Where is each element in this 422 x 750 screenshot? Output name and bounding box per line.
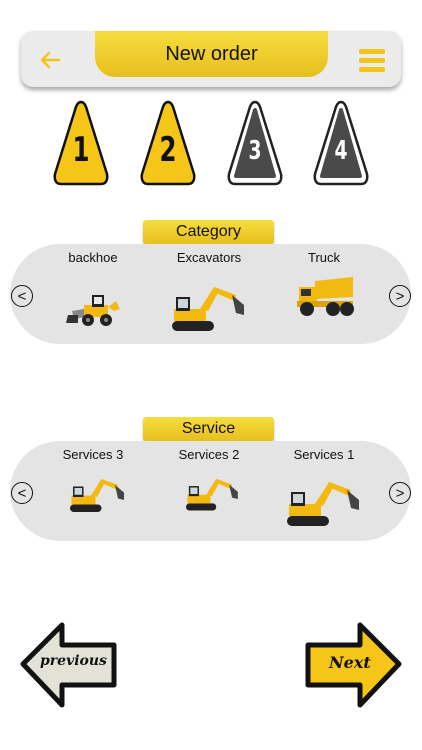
service-item-3[interactable]: Services 3 — [38, 447, 148, 532]
backhoe-loader-icon — [66, 295, 120, 326]
back-button[interactable] — [34, 44, 66, 76]
item-label: Services 2 — [178, 447, 240, 462]
excavator-icon — [70, 479, 124, 512]
excavator-icon — [287, 482, 359, 526]
item-label: Services 3 — [62, 447, 124, 462]
previous-button[interactable]: previous — [20, 620, 118, 710]
item-label: backhoe — [68, 250, 118, 265]
category-next-button[interactable]: > — [389, 285, 411, 307]
service-item-1[interactable]: Services 1 — [269, 447, 379, 532]
step-number: 4 — [334, 136, 348, 166]
page-title: New order — [95, 31, 328, 77]
item-label: Services 1 — [293, 447, 355, 462]
step-1[interactable]: 1 — [51, 98, 111, 186]
step-4[interactable]: 4 — [311, 98, 371, 186]
category-item-backhoe[interactable]: backhoe — [38, 250, 148, 335]
menu-button[interactable] — [356, 44, 388, 76]
item-label: Excavators — [176, 250, 242, 265]
item-label: Truck — [307, 250, 341, 265]
category-title: Category — [143, 220, 274, 244]
arrow-left-icon — [40, 51, 61, 69]
service-item-2[interactable]: Services 2 — [154, 447, 264, 532]
service-title: Service — [143, 417, 274, 441]
service-prev-button[interactable]: < — [11, 482, 33, 504]
step-2[interactable]: 2 — [138, 98, 198, 186]
excavator-icon — [172, 287, 244, 331]
step-number: 2 — [159, 130, 177, 170]
step-number: 1 — [72, 130, 90, 170]
step-3[interactable]: 3 — [225, 98, 285, 186]
next-label: Next — [329, 653, 371, 672]
category-item-truck[interactable]: Truck — [269, 250, 379, 335]
category-prev-button[interactable]: < — [11, 285, 33, 307]
service-next-button[interactable]: > — [389, 482, 411, 504]
hamburger-menu-icon — [359, 48, 385, 54]
dump-truck-icon — [297, 277, 354, 316]
category-item-excavators[interactable]: Excavators — [154, 250, 264, 335]
step-number: 3 — [248, 136, 262, 166]
previous-label: previous — [40, 653, 107, 669]
excavator-icon — [186, 478, 238, 511]
next-button[interactable]: Next — [304, 620, 402, 710]
